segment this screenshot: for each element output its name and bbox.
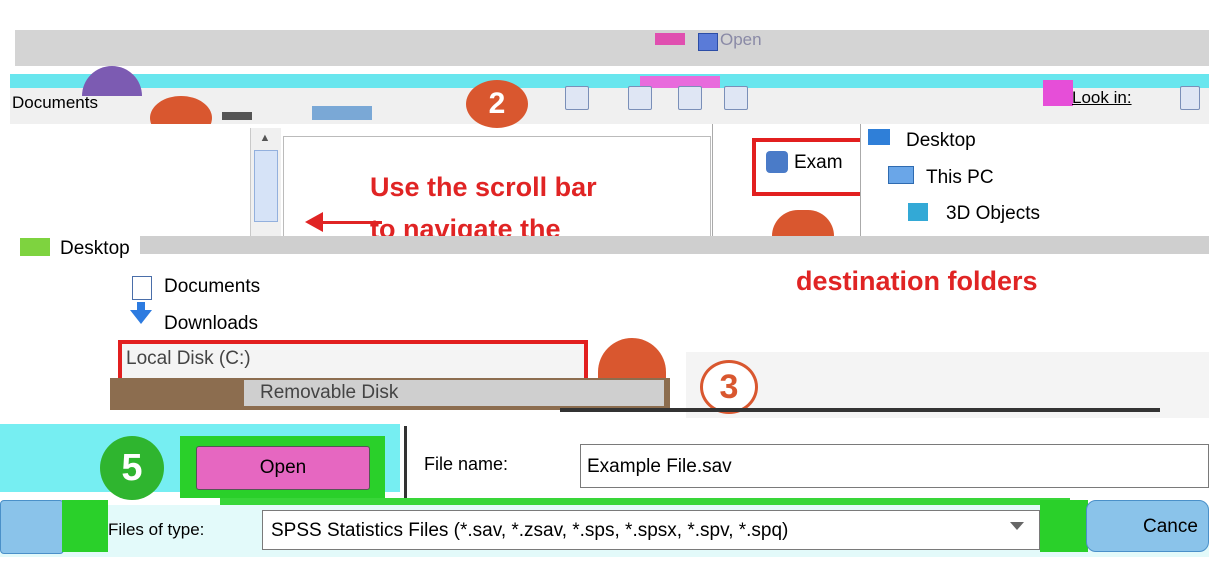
downloads-icon-stem xyxy=(137,302,145,312)
tree-item-removable[interactable]: Removable Disk xyxy=(260,382,398,404)
left-pane xyxy=(10,124,238,236)
footer-divider xyxy=(404,426,407,506)
window-title: Open xyxy=(720,30,762,49)
separator-strip xyxy=(140,236,1209,254)
step-badge-3: 3 xyxy=(700,360,758,414)
footer-green-block-right xyxy=(1040,500,1088,552)
title-bar-strip xyxy=(15,30,1209,66)
toolbar-decoration-2 xyxy=(1043,80,1073,106)
file-name-label: File name: xyxy=(424,454,509,474)
tree-item-desktop[interactable]: Desktop xyxy=(906,130,976,152)
annotation-arrow-icon xyxy=(305,212,323,232)
step-badge-purple xyxy=(82,66,142,96)
tree-item-local-disk[interactable]: Local Disk (C:) xyxy=(126,348,251,370)
tree-item-3d-objects[interactable]: 3D Objects xyxy=(946,203,1040,225)
app-icon xyxy=(698,33,718,51)
look-in-label: Look in: xyxy=(1072,88,1132,107)
footer-green-block xyxy=(62,500,108,552)
file-name-input[interactable]: Example File.sav xyxy=(580,444,1209,488)
annotation-arrow-shaft xyxy=(322,221,382,224)
tree-item-desktop-lower[interactable]: Desktop xyxy=(60,238,130,260)
example-file-item[interactable]: Exam xyxy=(794,152,843,174)
3d-objects-icon xyxy=(908,203,928,221)
downloads-icon xyxy=(130,310,152,324)
left-footer-button[interactable] xyxy=(0,500,64,554)
up-folder-button[interactable] xyxy=(628,86,652,110)
documents-icon xyxy=(132,276,152,300)
chevron-down-icon[interactable] xyxy=(1010,522,1024,530)
files-of-type-select[interactable]: SPSS Statistics Files (*.sav, *.zsav, *.… xyxy=(262,510,1040,550)
tree-item-documents[interactable]: Documents xyxy=(164,276,260,298)
annotation-scroll-line2: to navigate the xyxy=(370,214,561,236)
tree-item-this-pc[interactable]: This PC xyxy=(926,167,994,189)
scroll-thumb[interactable] xyxy=(254,150,278,222)
step-badge-5: 5 xyxy=(100,436,164,500)
location-field[interactable] xyxy=(222,112,252,120)
toolbar-highlight xyxy=(10,74,1209,88)
open-button[interactable]: Open xyxy=(196,446,370,490)
tree-item-downloads[interactable]: Downloads xyxy=(164,313,258,335)
view-menu-button[interactable] xyxy=(724,86,748,110)
scroll-up-arrow[interactable]: ▲ xyxy=(254,132,276,146)
look-in-icon[interactable] xyxy=(1180,86,1200,110)
files-of-type-label: Files of type: xyxy=(108,520,205,539)
cancel-button[interactable]: Cance xyxy=(1086,500,1209,552)
location-dropdown[interactable]: Documents xyxy=(12,93,142,117)
step-badge-2: 2 xyxy=(466,80,528,128)
desktop-icon xyxy=(868,129,890,145)
annotation-scroll-line1: Use the scroll bar xyxy=(370,172,597,202)
divider-line xyxy=(560,408,1160,412)
decorative-flag xyxy=(655,33,685,45)
new-folder-button[interactable] xyxy=(678,86,702,110)
spss-file-icon xyxy=(766,151,788,173)
toolbar-icons xyxy=(312,106,372,120)
pc-icon xyxy=(888,166,914,184)
dropdown-arrow-button[interactable] xyxy=(565,86,589,110)
annotation-destination: destination folders xyxy=(796,266,1038,296)
desktop-icon-lower xyxy=(20,238,50,256)
